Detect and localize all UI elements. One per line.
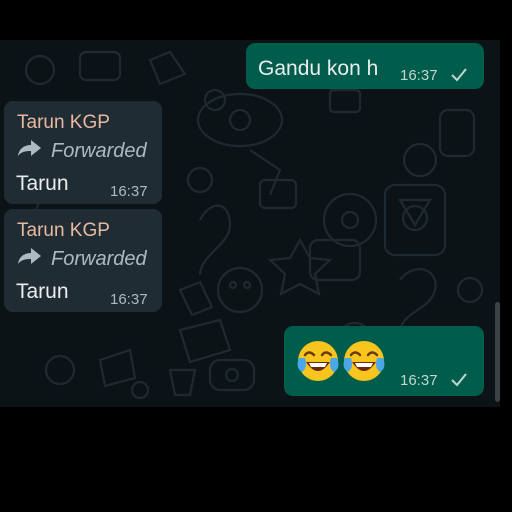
forwarded-label: Forwarded	[51, 248, 147, 270]
outgoing-message-bubble[interactable]: 16:37	[284, 326, 484, 396]
message-text: Tarun	[16, 172, 69, 195]
face-with-tears-of-joy-icon	[343, 341, 385, 381]
sent-check-icon	[451, 373, 467, 387]
incoming-message-bubble[interactable]: Tarun KGP Forwarded Tarun 16:37	[4, 101, 162, 204]
message-time: 16:37	[400, 372, 438, 389]
sent-check-icon	[451, 68, 467, 82]
sender-name[interactable]: Tarun KGP	[17, 112, 110, 134]
forward-arrow-icon	[18, 248, 41, 264]
outgoing-message-bubble[interactable]: Gandu kon h 16:37	[246, 43, 484, 89]
forwarded-label: Forwarded	[51, 140, 147, 162]
forward-arrow-icon	[18, 140, 41, 156]
message-time: 16:37	[110, 183, 148, 200]
message-text: Gandu kon h	[258, 57, 379, 80]
chat-area[interactable]: Gandu kon h 16:37 Tarun KGP Forwarded Ta…	[0, 40, 500, 407]
incoming-message-bubble[interactable]: Tarun KGP Forwarded Tarun 16:37	[4, 209, 162, 312]
sender-name[interactable]: Tarun KGP	[17, 220, 110, 242]
message-time: 16:37	[400, 67, 438, 84]
message-time: 16:37	[110, 291, 148, 308]
message-text: Tarun	[16, 280, 69, 303]
face-with-tears-of-joy-icon	[297, 341, 339, 381]
scrollbar[interactable]	[495, 302, 500, 402]
